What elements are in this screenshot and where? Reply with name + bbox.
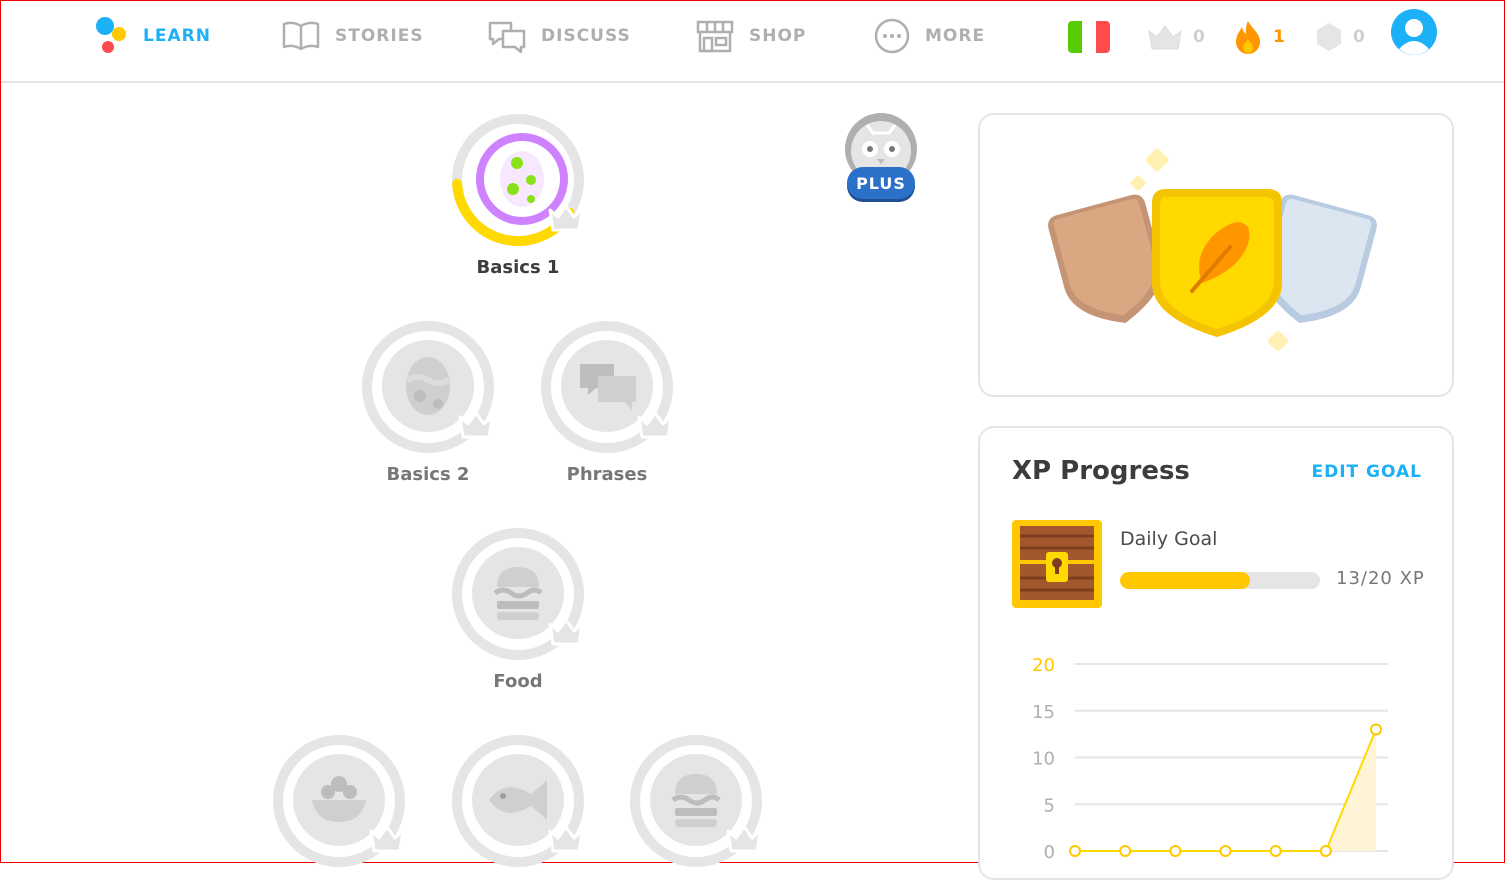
chat-bubbles-icon — [488, 21, 526, 53]
crown-icon — [458, 411, 494, 439]
league-card[interactable] — [978, 113, 1454, 397]
gem-icon — [1317, 23, 1341, 51]
skill-label: Food — [493, 671, 543, 692]
learn-icon — [96, 17, 126, 53]
y-tick-label: 0 — [1044, 842, 1055, 863]
top-nav: LEARN STORIES DISCUSS SHOP MORE 0 1 0 — [1, 1, 1504, 83]
daily-goal-progress-bar — [1120, 572, 1320, 589]
gems-count: 0 — [1353, 27, 1365, 47]
y-tick-label: 20 — [1032, 655, 1055, 676]
skill-progress-ring — [451, 113, 585, 247]
crown-icon — [369, 825, 405, 853]
nav-discuss-label: DISCUSS — [541, 26, 631, 46]
skill-label: Phrases — [566, 464, 648, 485]
skill-food[interactable]: Food — [448, 527, 588, 692]
xp-point — [1269, 845, 1282, 857]
skill-burger[interactable] — [626, 734, 766, 868]
book-icon — [282, 21, 320, 51]
crown-icon — [548, 825, 584, 853]
avatar[interactable] — [1391, 9, 1437, 55]
shop-icon — [696, 20, 734, 53]
more-icon — [874, 18, 910, 54]
xp-area — [1075, 729, 1376, 851]
xp-point — [1219, 845, 1232, 857]
crown-icon — [548, 618, 584, 646]
nav-shop[interactable]: SHOP — [695, 1, 806, 71]
streak-counter[interactable]: 1 — [1233, 19, 1285, 55]
flame-icon — [1236, 21, 1260, 54]
egg-icon — [500, 151, 544, 207]
nav-more-label: MORE — [925, 26, 986, 46]
skill-animals[interactable] — [269, 734, 409, 868]
italy-flag-icon — [1068, 21, 1110, 53]
xp-progress-card: XP Progress EDIT GOAL Daily Goal 13/20 X… — [978, 426, 1454, 880]
xp-point — [1370, 723, 1382, 736]
xp-series-line — [1075, 729, 1377, 852]
nav-stories[interactable]: STORIES — [281, 1, 424, 71]
streak-count: 1 — [1273, 27, 1285, 47]
skill-basics-1[interactable]: Basics 1 — [448, 113, 588, 278]
skill-fish[interactable] — [448, 734, 588, 868]
nav-stories-label: STORIES — [335, 26, 424, 46]
skill-label: Basics 2 — [386, 464, 470, 485]
nav-learn[interactable]: LEARN — [93, 1, 211, 71]
crown-icon — [1148, 25, 1182, 50]
xp-progress-title: XP Progress — [1012, 456, 1190, 486]
crown-icon — [637, 411, 673, 439]
edit-goal-button[interactable]: EDIT GOAL — [1311, 462, 1422, 482]
xp-chart: 0 5 10 15 20 — [1032, 655, 1388, 863]
y-tick-label: 15 — [1032, 702, 1055, 723]
skill-label: Basics 1 — [476, 257, 560, 278]
y-tick-label: 10 — [1032, 749, 1055, 770]
daily-goal-progress-text: 13/20 XP — [1336, 568, 1425, 589]
nav-shop-label: SHOP — [749, 26, 807, 46]
daily-goal-progress-fill — [1120, 572, 1250, 589]
treasure-chest-icon — [1012, 520, 1102, 608]
crown-icon — [726, 825, 762, 853]
skill-basics-2[interactable]: Basics 2 — [358, 320, 498, 485]
nav-discuss[interactable]: DISCUSS — [487, 1, 631, 71]
skill-phrases[interactable]: Phrases — [537, 320, 677, 485]
nav-more[interactable]: MORE — [873, 1, 985, 71]
nav-learn-label: LEARN — [143, 26, 211, 46]
language-flag[interactable] — [1067, 19, 1111, 55]
xp-point — [1319, 845, 1332, 857]
crowns-counter[interactable]: 0 — [1147, 19, 1205, 55]
xp-point — [1119, 845, 1132, 857]
daily-goal-label: Daily Goal — [1120, 528, 1218, 550]
league-shields-icon — [1048, 148, 1377, 352]
crowns-count: 0 — [1193, 27, 1205, 47]
gems-counter[interactable]: 0 — [1315, 19, 1365, 55]
xp-point — [1069, 845, 1081, 857]
xp-point — [1169, 845, 1182, 857]
crown-icon — [548, 204, 584, 232]
y-tick-label: 5 — [1044, 795, 1055, 816]
plus-promo[interactable]: PLUS — [843, 111, 919, 203]
striped-egg-icon — [405, 357, 451, 415]
plus-badge: PLUS — [847, 167, 915, 199]
profile-avatar-icon — [1391, 9, 1437, 55]
